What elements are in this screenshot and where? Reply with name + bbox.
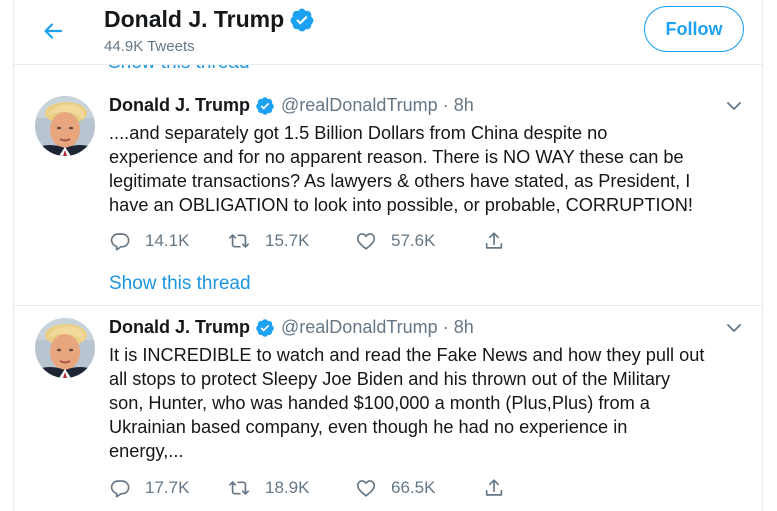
tweet-text-line: all stops to protect Sleepy Joe Biden an… — [109, 369, 671, 389]
tweet-text: ....and separately got 1.5 Billion Dolla… — [109, 121, 749, 217]
share-icon — [483, 230, 505, 252]
tweet[interactable]: Donald J. Trump @realDonaldTrump · 8h It… — [14, 307, 763, 511]
tweet-actions: 14.1K 15.7K 57.6K — [109, 230, 519, 252]
heart-icon — [355, 230, 377, 252]
tweet-text-line: It is INCREDIBLE to watch and read the F… — [109, 345, 705, 365]
profile-name: Donald J. Trump — [104, 6, 315, 33]
like-count: 57.6K — [391, 231, 436, 250]
verified-badge-icon — [255, 318, 275, 338]
profile-header: Donald J. Trump 44.9K Tweets Follow — [14, 0, 762, 65]
separator-dot: · — [442, 95, 449, 115]
avatar[interactable] — [35, 318, 95, 378]
tweet-header: Donald J. Trump @realDonaldTrump · 8h — [109, 95, 474, 116]
chevron-down-icon[interactable] — [724, 321, 744, 335]
tweet-text-line: legitimate transactions? As lawyers & ot… — [109, 171, 691, 191]
tweet-text-line: ....and separately got 1.5 Billion Dolla… — [109, 123, 608, 143]
retweet-button[interactable]: 15.7K — [227, 230, 355, 252]
like-button[interactable]: 66.5K — [355, 477, 483, 499]
reply-icon — [109, 477, 131, 499]
heart-icon — [355, 477, 377, 499]
retweet-icon — [227, 477, 251, 499]
tweet-count: 44.9K Tweets — [104, 38, 195, 55]
tweet-timestamp[interactable]: 8h — [454, 317, 474, 338]
reply-button[interactable]: 17.7K — [109, 477, 227, 499]
share-button[interactable] — [483, 477, 519, 499]
tweet-text-line: son, Hunter, who was handed $100,000 a m… — [109, 393, 650, 413]
tweet-actions: 17.7K 18.9K 66.5K — [109, 477, 519, 499]
tweet-text-line: have an OBLIGATION to look into possible… — [109, 195, 693, 215]
profile-name-text: Donald J. Trump — [104, 6, 285, 32]
share-icon — [483, 477, 505, 499]
avatar[interactable] — [35, 96, 95, 156]
verified-badge-icon — [289, 7, 315, 33]
author-handle[interactable]: @realDonaldTrump — [281, 317, 438, 338]
tweet-timestamp[interactable]: 8h — [454, 95, 474, 116]
show-thread-link[interactable]: Show this thread — [109, 273, 251, 295]
timeline-column: Show this thread Donald J. Trump 44.9K T… — [13, 0, 763, 511]
like-count: 66.5K — [391, 478, 436, 497]
reply-icon — [109, 230, 131, 252]
tweet-text-line: experience and for no apparent reason. T… — [109, 147, 684, 167]
reply-count: 14.1K — [145, 231, 190, 250]
reply-count: 17.7K — [145, 478, 190, 497]
page: Show this thread Donald J. Trump 44.9K T… — [0, 0, 777, 511]
chevron-down-icon[interactable] — [724, 99, 744, 113]
retweet-icon — [227, 230, 251, 252]
verified-badge-icon — [255, 96, 275, 116]
follow-button[interactable]: Follow — [644, 6, 744, 52]
tweet-text-line: Ukrainian based company, even though he … — [109, 417, 628, 437]
tweet-text-line: energy,... — [109, 441, 184, 461]
like-button[interactable]: 57.6K — [355, 230, 483, 252]
author-name[interactable]: Donald J. Trump — [109, 95, 250, 116]
reply-button[interactable]: 14.1K — [109, 230, 227, 252]
retweet-count: 15.7K — [265, 231, 310, 250]
separator-dot: · — [442, 317, 449, 337]
share-button[interactable] — [483, 230, 519, 252]
back-button[interactable] — [38, 16, 68, 46]
retweet-count: 18.9K — [265, 478, 310, 497]
retweet-button[interactable]: 18.9K — [227, 477, 355, 499]
tweet-header: Donald J. Trump @realDonaldTrump · 8h — [109, 317, 474, 338]
arrow-left-icon — [44, 23, 63, 39]
author-handle[interactable]: @realDonaldTrump — [281, 95, 438, 116]
tweet[interactable]: Donald J. Trump @realDonaldTrump · 8h ..… — [14, 85, 762, 306]
tweet-text: It is INCREDIBLE to watch and read the F… — [109, 343, 749, 463]
author-name[interactable]: Donald J. Trump — [109, 317, 250, 338]
